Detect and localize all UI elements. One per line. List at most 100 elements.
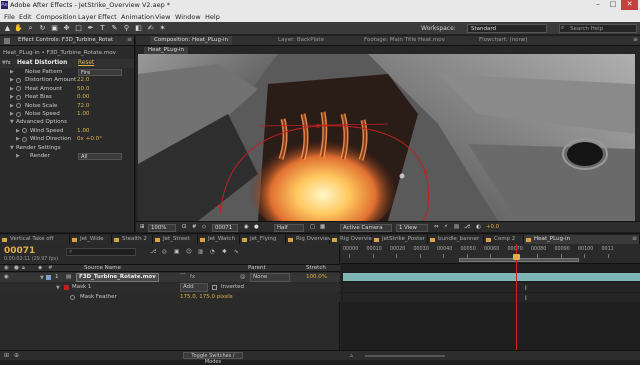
flowchart-icon[interactable]: ⎇ [462, 224, 472, 232]
shy-switch-icon[interactable]: ⌒ [180, 273, 186, 281]
timeline-tab[interactable]: Rig Overview [286, 235, 332, 244]
zoom-tool-icon[interactable]: ⌕ [26, 24, 35, 33]
motion-blur-icon[interactable]: ◔ [210, 248, 215, 256]
playhead-handle-icon[interactable] [512, 254, 520, 260]
3d-view-select[interactable]: Active Camera [340, 223, 392, 232]
effect-property-value[interactable]: 50.0 [77, 85, 89, 93]
fast-previews-icon[interactable]: ⚡ [442, 224, 450, 232]
timeline-icon[interactable]: ▤ [452, 224, 461, 232]
mask-mode-select[interactable]: Add [180, 283, 208, 292]
timeline-tab[interactable]: Jet_Flying [240, 235, 286, 244]
current-time-display[interactable]: 00071 [212, 223, 238, 232]
tab-flowchart[interactable]: Flowchart: (none) [475, 36, 531, 45]
exposure-value[interactable]: +0.0 [484, 224, 501, 232]
expand-triangle-icon[interactable]: ▶ [10, 110, 14, 118]
brainstorm-icon[interactable]: ✱ [222, 248, 227, 256]
snapshot-icon[interactable]: ◉ [242, 224, 251, 232]
pen-tool-icon[interactable]: ✒ [86, 24, 95, 33]
expand-triangle-icon[interactable]: ▼ [40, 275, 44, 281]
menu-edit[interactable]: Edit [19, 13, 32, 21]
effect-property-row[interactable]: ▶ Noise Scale 72.0 [0, 102, 134, 110]
camera-tool-icon[interactable]: ▣ [50, 24, 59, 33]
time-ruler[interactable]: 0000000010000200003000040000500006000070… [341, 244, 640, 264]
inverted-checkbox[interactable] [212, 285, 217, 290]
effect-property-value[interactable]: 0.00 [77, 93, 89, 101]
magnification-select[interactable]: 100% [148, 223, 176, 232]
rotate-tool-icon[interactable]: ↻ [38, 24, 47, 33]
timeline-tab[interactable]: Comp 2 [484, 235, 524, 244]
keyframe-icon[interactable]: I [525, 285, 527, 292]
effect-property-value[interactable]: 0x +0.0° [77, 135, 102, 143]
layer-name[interactable]: F3D_Turbine_Rotate.mov [76, 273, 159, 282]
effect-property-select[interactable]: All [78, 152, 122, 160]
toggle-switches-modes-button[interactable]: Toggle Switches / Modes [183, 352, 243, 365]
panel-lock-icon[interactable] [4, 38, 10, 44]
expand-triangle-icon[interactable]: ▶ [10, 68, 14, 76]
source-name-column[interactable]: Source Name [84, 264, 121, 272]
timeline-search-input[interactable]: ⌕ [66, 248, 136, 256]
mask-feather-value[interactable]: 175.0, 175.0 pixels [180, 293, 233, 301]
menu-view[interactable]: View [155, 13, 170, 21]
show-channel-icon[interactable]: ● [252, 224, 261, 232]
menu-effect[interactable]: Effect [98, 13, 117, 21]
resolution-select[interactable]: Half [274, 223, 304, 232]
parent-select[interactable]: None [250, 273, 290, 282]
menu-window[interactable]: Window [175, 13, 201, 21]
effect-property-value[interactable]: 1.00 [77, 110, 89, 118]
fx-switch-icon[interactable]: fx [190, 273, 195, 281]
fx-icon[interactable]: fx [6, 60, 11, 66]
pickwhip-icon[interactable]: @ [240, 273, 246, 281]
timeline-current-time[interactable]: 00071 [4, 246, 35, 256]
search-help-input[interactable]: Search Help [559, 24, 637, 33]
hand-tool-icon[interactable]: ✋ [14, 24, 23, 33]
workspace-select[interactable]: Standard [467, 24, 547, 33]
expand-triangle-icon[interactable]: ▶ [16, 135, 20, 143]
video-toggle-icon[interactable]: ◉ [4, 273, 9, 281]
effect-property-row[interactable]: ▼ Advanced Options [0, 118, 134, 126]
timeline-tab[interactable]: JetStrike_Poster [372, 235, 428, 244]
timeline-tab[interactable]: Heat_PLug-in [524, 235, 640, 244]
timeline-tab[interactable]: bundle_banner [428, 235, 484, 244]
comp-subtab[interactable]: Heat_PLug-in [144, 47, 189, 54]
comp-mini-flowchart-icon[interactable]: ⎇ [150, 248, 156, 256]
timeline-tab[interactable]: Stealth 2 [112, 235, 153, 244]
effect-property-row[interactable]: ▶ Distortion Amount 22.0 [0, 76, 134, 84]
frame-blending-icon[interactable]: ▥ [198, 248, 203, 256]
expand-triangle-icon[interactable]: ▶ [10, 76, 14, 84]
layer-row[interactable]: ◉ ▼ 1 ▤ F3D_Turbine_Rotate.mov ⌒ fx @ No… [0, 273, 340, 282]
mask-visibility-icon[interactable]: ◇ [200, 224, 208, 232]
layer-duration-bar[interactable] [343, 273, 640, 281]
grid-icon[interactable]: # [190, 224, 199, 232]
effect-property-row[interactable]: ▶ Noise Speed 1.00 [0, 110, 134, 118]
clone-stamp-tool-icon[interactable]: ⚲ [122, 24, 131, 33]
timeline-track-area[interactable]: 0000000010000200003000040000500006000070… [341, 244, 640, 350]
text-tool-icon[interactable]: T [98, 24, 107, 33]
keyframe-icon[interactable]: I [525, 295, 527, 302]
safe-zones-icon[interactable]: ⊡ [180, 224, 189, 232]
mask-rectangle-tool-icon[interactable]: □ [74, 24, 83, 33]
panel-menu-icon[interactable]: ≡ [633, 36, 638, 43]
timeline-tab[interactable]: Jet_Street [153, 235, 198, 244]
expand-triangle-icon[interactable]: ▼ [10, 118, 14, 126]
always-preview-icon[interactable]: ⊞ [138, 224, 147, 232]
transparency-grid-icon[interactable]: ▦ [318, 224, 327, 232]
expand-triangle-icon[interactable]: ▼ [56, 285, 60, 291]
effect-property-value[interactable]: 72.0 [77, 102, 89, 110]
stopwatch-icon[interactable] [22, 128, 27, 134]
stopwatch-icon[interactable] [16, 111, 21, 117]
effect-property-row[interactable]: ▶ Wind Speed 1.00 [0, 127, 134, 135]
timeline-tab[interactable]: Jet_Watch [198, 235, 240, 244]
brush-tool-icon[interactable]: ✎ [110, 24, 119, 33]
timeline-tab[interactable]: Jet_Wide [70, 235, 112, 244]
zoom-out-icon[interactable]: ▵ [350, 353, 358, 359]
stopwatch-icon[interactable] [16, 103, 21, 109]
stretch-column[interactable]: Stretch [306, 264, 326, 272]
timeline-tab[interactable]: Vertical Take off [0, 235, 70, 244]
region-of-interest-icon[interactable]: ▢ [308, 224, 317, 232]
stopwatch-icon[interactable] [16, 86, 21, 92]
tab-footage[interactable]: Footage: Main Title Heat.mov [360, 36, 449, 45]
expand-triangle-icon[interactable]: ▶ [10, 93, 14, 101]
panel-menu-icon[interactable]: ≡ [632, 235, 637, 242]
modes-icon[interactable]: ⊕ [14, 352, 19, 359]
expand-triangle-icon[interactable]: ▶ [10, 102, 14, 110]
